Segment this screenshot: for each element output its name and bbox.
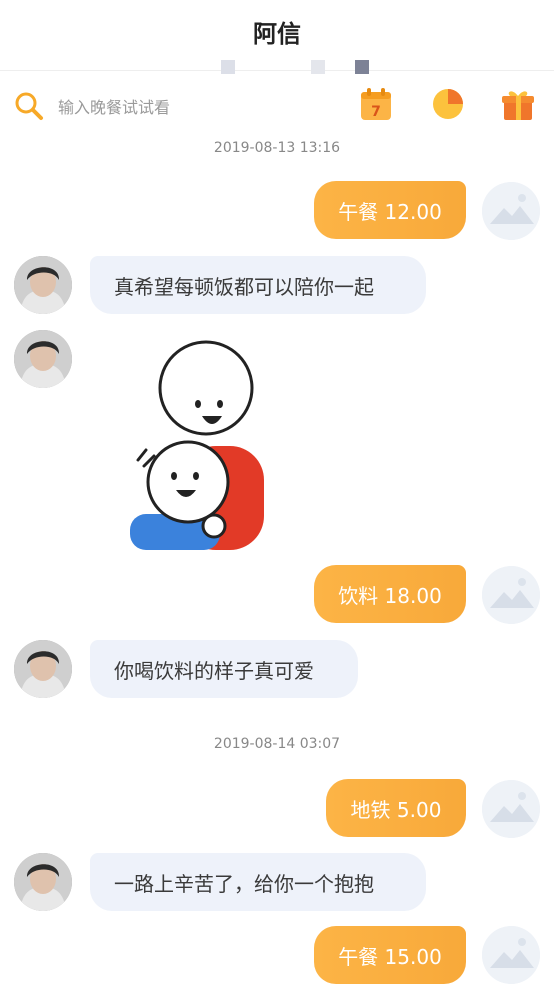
landscape-placeholder-icon	[482, 926, 540, 984]
reply-bubble: 真希望每顿饭都可以陪你一起	[90, 256, 426, 314]
user-photo-icon	[14, 256, 72, 314]
decor-square	[355, 60, 369, 74]
page-title: 阿信	[253, 20, 301, 48]
expense-bubble[interactable]: 地铁 5.00	[326, 779, 466, 837]
timestamp: 2019-08-14 03:07	[213, 736, 341, 752]
search-icon[interactable]	[14, 91, 44, 121]
reply-bubble: 一路上辛苦了，给你一个抱抱	[90, 853, 426, 911]
expense-bubble[interactable]: 午餐 12.00	[314, 181, 466, 239]
avatar[interactable]	[482, 926, 540, 984]
header: 阿信	[0, 0, 554, 74]
decor-square	[221, 60, 235, 74]
search-input[interactable]: 输入晚餐试试看	[58, 94, 170, 118]
user-photo-icon	[14, 330, 72, 388]
avatar[interactable]	[14, 853, 72, 911]
reply-bubble: 你喝饮料的样子真可爱	[90, 640, 358, 698]
landscape-placeholder-icon	[482, 182, 540, 240]
avatar[interactable]	[482, 566, 540, 624]
calendar-day: 7	[371, 104, 381, 120]
avatar[interactable]	[482, 182, 540, 240]
timestamp: 2019-08-13 13:16	[213, 140, 341, 156]
user-photo-icon	[14, 853, 72, 911]
expense-bubble[interactable]: 午餐 15.00	[314, 926, 466, 984]
user-photo-icon	[14, 640, 72, 698]
calendar-icon[interactable]: 7	[358, 86, 394, 122]
hug-sticker[interactable]	[128, 336, 268, 550]
landscape-placeholder-icon	[482, 566, 540, 624]
avatar[interactable]	[482, 780, 540, 838]
avatar[interactable]	[14, 256, 72, 314]
landscape-placeholder-icon	[482, 780, 540, 838]
decor-square	[311, 60, 325, 74]
pie-chart-icon[interactable]	[430, 86, 466, 122]
gift-icon[interactable]	[500, 86, 536, 122]
avatar[interactable]	[14, 640, 72, 698]
expense-bubble[interactable]: 饮料 18.00	[314, 565, 466, 623]
avatar[interactable]	[14, 330, 72, 388]
toolbar: 输入晚餐试试看 7	[0, 80, 554, 130]
